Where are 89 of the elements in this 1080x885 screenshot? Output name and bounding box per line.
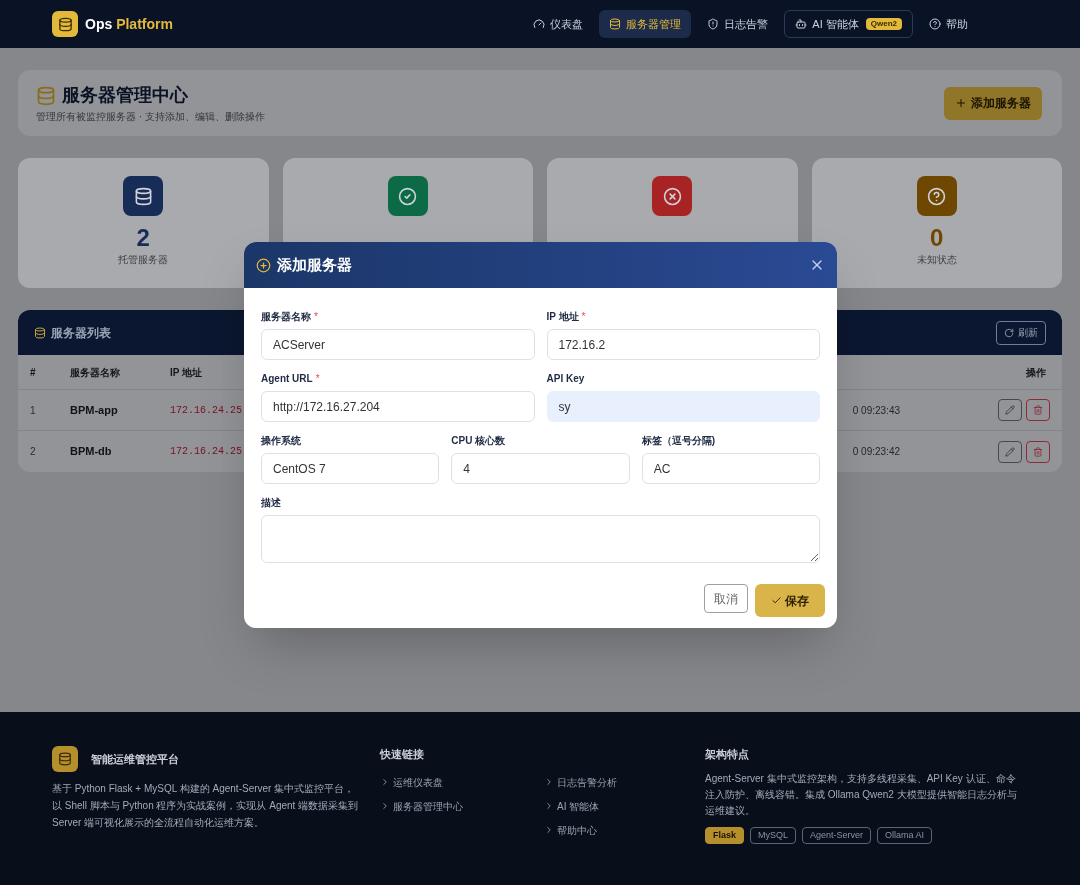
pencil-icon	[1005, 446, 1015, 457]
table-cell-text: 172.16.24.25	[170, 445, 243, 459]
stat-label: 托管服务器	[118, 253, 169, 267]
tech-tag: Agent-Server	[802, 826, 872, 844]
input-field[interactable]: 172.16.2	[546, 329, 820, 360]
description-field[interactable]	[261, 515, 820, 563]
footer-link[interactable]: 服务器管理中心	[380, 798, 544, 814]
plus-circle-icon	[256, 257, 271, 273]
table-cell-text: BPM-app	[70, 402, 119, 418]
edit-button[interactable]	[998, 440, 1022, 463]
model-badge: Qwen2	[865, 18, 902, 30]
shield-icon	[707, 18, 720, 30]
field-label: 标签（逗号分隔)	[641, 433, 715, 448]
trash-icon	[1033, 446, 1043, 457]
footer-brand: 智能运维管控平台	[91, 751, 179, 767]
tech-tag: Flask	[705, 826, 744, 844]
footer-link[interactable]: 运维仪表盘	[380, 774, 544, 790]
stat-value: 2	[136, 224, 150, 252]
field-label: IP 地址	[546, 309, 579, 324]
nav-link[interactable]: 日志告警	[697, 10, 779, 38]
table-cell-text: 1	[30, 403, 37, 418]
refresh-icon	[1004, 327, 1014, 338]
add-server-button[interactable]: 添加服务器	[944, 86, 1042, 120]
field-label: CPU 核心数	[451, 433, 506, 448]
field-label: API Key	[546, 371, 585, 386]
pencil-icon	[1005, 405, 1015, 415]
card-title: 服务器列表	[51, 324, 111, 342]
check-icon	[771, 595, 782, 606]
edit-button[interactable]	[998, 399, 1022, 421]
architecture-text: Agent-Server 集中式监控架构，支持多线程采集、API Key 认证、命令注入防护、离线容错。集成 Ollama Qwen2 大模型提供智能日志分析与运维建议。	[705, 771, 1018, 818]
save-button[interactable]: 保存	[755, 584, 825, 617]
gauge-icon	[533, 18, 546, 30]
table-cell-text: BPM-db	[70, 444, 113, 460]
footer-heading: 架构特点	[705, 747, 750, 762]
required-mark: *	[315, 371, 320, 386]
logo-icon	[52, 11, 78, 37]
input-field[interactable]: sy	[546, 391, 820, 422]
brand-name: Ops Platform	[85, 14, 173, 34]
delete-button[interactable]	[1026, 440, 1050, 463]
table-cell-text: 172.16.24.25	[170, 403, 243, 418]
required-mark: *	[581, 309, 586, 324]
field-label: 操作系统	[261, 433, 301, 448]
help-icon	[929, 18, 941, 30]
plus-icon	[955, 97, 967, 109]
nav-link[interactable]: AI 智能体 Qwen2	[784, 10, 913, 38]
chevron-icon	[380, 801, 390, 811]
field-label: Agent URL	[261, 371, 313, 386]
stat-value: 0	[930, 224, 944, 252]
logo-icon	[52, 746, 78, 772]
page-subtitle: 管理所有被监控服务器 · 支持添加、编辑、删除操作	[36, 110, 265, 124]
chevron-icon	[544, 825, 554, 835]
input-field[interactable]: 4	[451, 453, 630, 484]
delete-button[interactable]	[1026, 399, 1050, 421]
refresh-button[interactable]: 刷新	[996, 320, 1046, 345]
input-field[interactable]: http://172.16.27.204	[261, 391, 535, 422]
column-header: #	[30, 365, 37, 380]
input-field[interactable]: CentOS 7	[261, 453, 440, 484]
field-label: 描述	[261, 495, 281, 510]
database-icon	[36, 85, 56, 106]
footer-heading: 快速链接	[380, 747, 425, 762]
cancel-button[interactable]: 取消	[704, 584, 748, 613]
dialog-title: 添加服务器	[277, 254, 352, 275]
chevron-icon	[380, 777, 390, 787]
stat-label: 未知状态	[916, 253, 957, 267]
column-header: 操作	[1026, 365, 1046, 380]
nav-link[interactable]: 仪表盘	[523, 10, 594, 38]
nav-link[interactable]: 服务器管理	[599, 10, 692, 38]
table-cell-text: 0 09:23:43	[852, 403, 900, 418]
footer-link[interactable]: 日志告警分析	[544, 774, 617, 790]
chevron-icon	[544, 801, 554, 811]
database-icon	[34, 326, 46, 339]
page-title: 服务器管理中心	[62, 84, 188, 107]
column-header: 服务器名称	[70, 365, 121, 380]
footer-link[interactable]: 帮助中心	[544, 822, 617, 838]
robot-icon	[795, 18, 808, 30]
nav-link[interactable]: 帮助	[919, 10, 978, 38]
database-icon	[609, 18, 622, 30]
required-mark: *	[314, 309, 318, 324]
footer-link[interactable]: AI 智能体	[544, 798, 617, 814]
field-label: 服务器名称	[261, 309, 311, 324]
table-cell-text: 2	[30, 445, 37, 459]
chevron-icon	[544, 777, 554, 787]
footer-description: 基于 Python Flask + MySQL 构建的 Agent-Server 集中式监控平台，以 Shell 脚本与 Python 程序为实战案例，实现从 Agent 端数据采集到 Server 端可视化展示的全流程自动化运维方案。	[52, 782, 360, 830]
trash-icon	[1033, 405, 1043, 415]
table-cell-text: 0 09:23:42	[852, 445, 900, 459]
tech-tag: Ollama AI	[877, 826, 933, 844]
input-field[interactable]: ACServer	[261, 329, 535, 360]
tech-tag: MySQL	[750, 826, 797, 844]
input-field[interactable]: AC	[641, 453, 820, 484]
